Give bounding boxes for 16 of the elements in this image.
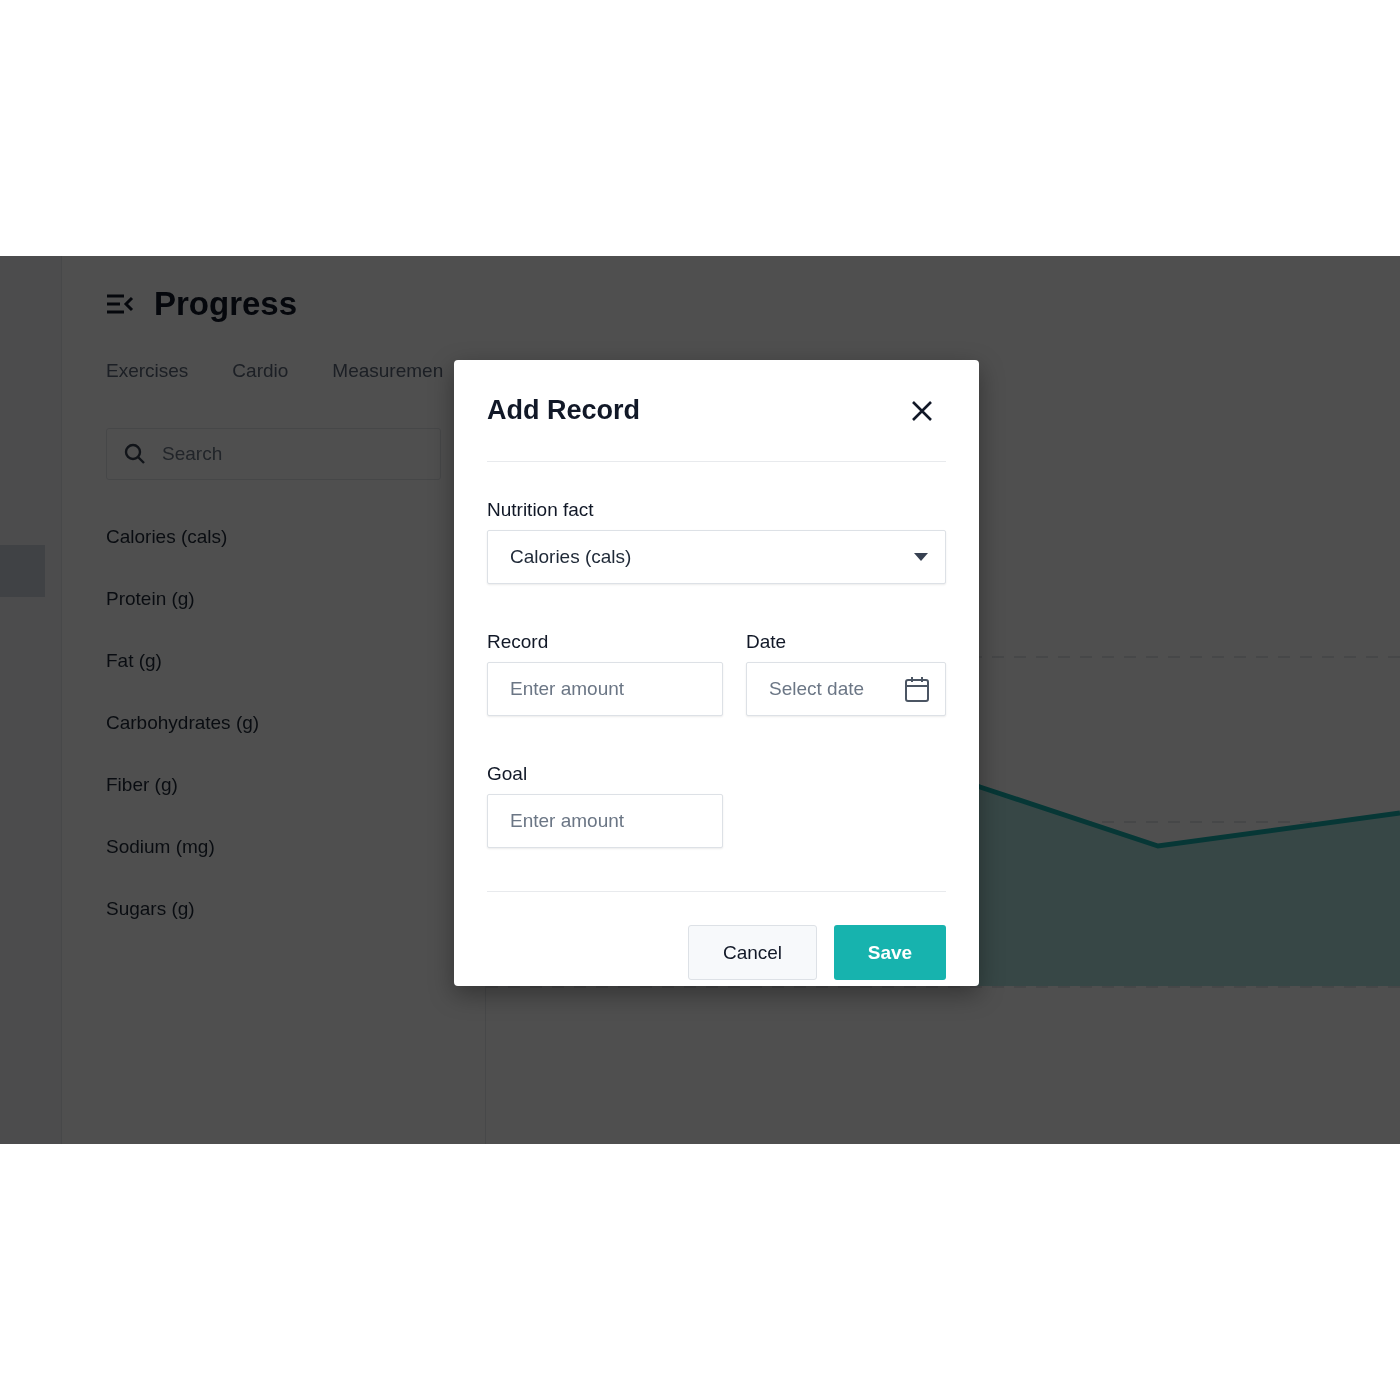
menu-collapse-icon[interactable] xyxy=(106,293,134,315)
page-title: Progress xyxy=(154,285,298,323)
cancel-button[interactable]: Cancel xyxy=(688,925,817,980)
field-label: Goal xyxy=(487,762,529,786)
field-label: Date xyxy=(746,630,788,654)
field-label: Record xyxy=(487,630,550,654)
search-icon xyxy=(124,443,146,465)
calendar-icon xyxy=(905,676,929,702)
dropdown[interactable]: Calories (cals) xyxy=(487,530,946,584)
date-field[interactable]: Select date xyxy=(746,662,946,716)
field-label: Nutrition fact xyxy=(487,498,595,522)
save-button[interactable]: Save xyxy=(834,925,946,980)
dialog-title: Add Record xyxy=(487,395,640,426)
input-field[interactable]: Enter amount xyxy=(487,794,723,848)
input-field[interactable]: Enter amount xyxy=(487,662,723,716)
caret-icon xyxy=(914,553,928,561)
